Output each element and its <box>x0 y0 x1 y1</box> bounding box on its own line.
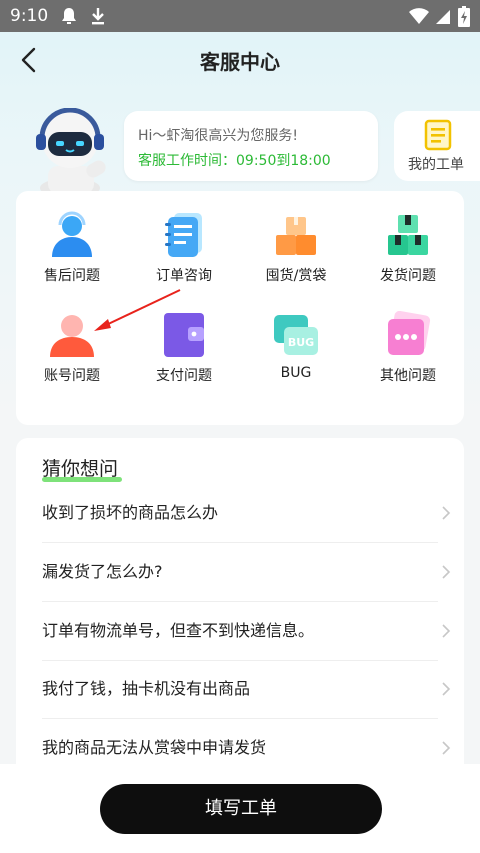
category-bug[interactable]: BUG BUG <box>240 291 352 391</box>
faq-item[interactable]: 收到了损坏的商品怎么办 <box>42 484 451 543</box>
status-time: 9:10 <box>10 6 49 26</box>
bug-card-icon: BUG <box>274 315 318 355</box>
category-label: BUG <box>280 365 312 381</box>
faq-item[interactable]: 我付了钱，抽卡机没有出商品 <box>42 660 451 719</box>
user-icon <box>50 315 94 357</box>
faq-text: 订单有物流单号，但查不到快递信息。 <box>42 621 315 640</box>
my-tickets-label: 我的工单 <box>408 157 464 173</box>
wifi-icon <box>409 8 429 24</box>
svg-text:BUG: BUG <box>288 336 314 349</box>
notification-bell-icon <box>62 8 76 24</box>
greeting-bubble: Hi～虾淘很高兴为您服务! 客服工作时间：09:50到18:00 <box>124 111 378 181</box>
ticket-clipboard-icon <box>424 119 452 151</box>
battery-icon <box>458 6 470 27</box>
faq-text: 漏发货了怎么办? <box>42 562 163 581</box>
service-hours-text: 客服工作时间：09:50到18:00 <box>138 153 331 169</box>
my-tickets-button[interactable]: 我的工单 <box>394 111 480 181</box>
status-bar: 9:10 <box>0 0 480 32</box>
faq-text: 我付了钱，抽卡机没有出商品 <box>42 679 251 698</box>
faq-item[interactable]: 漏发货了怎么办? <box>42 543 451 602</box>
category-panel: 售后问题 订单咨询 囤货/赏袋 发货问题 账号问题 支付问题 BUG BUG 其… <box>16 191 464 425</box>
signal-icon <box>436 10 450 24</box>
category-label: 支付问题 <box>156 368 212 384</box>
download-icon <box>92 8 104 25</box>
chevron-right-icon <box>442 506 451 520</box>
chevron-right-icon <box>442 682 451 696</box>
greeting-text: Hi～虾淘很高兴为您服务! <box>138 128 299 144</box>
category-after-sales[interactable]: 售后问题 <box>16 191 128 291</box>
faq-text: 我的商品无法从赏袋中申请发货 <box>42 738 267 757</box>
category-stock-bag[interactable]: 囤货/赏袋 <box>240 191 352 291</box>
faq-title: 猜你想问 <box>42 458 119 480</box>
category-shipping[interactable]: 发货问题 <box>352 191 464 291</box>
headset-person-icon <box>52 211 92 257</box>
gift-boxes-icon <box>388 215 428 255</box>
faq-text: 收到了损坏的商品怎么办 <box>42 503 219 522</box>
faq-item[interactable]: 我的商品无法从赏袋中申请发货 <box>42 719 451 768</box>
submit-ticket-button[interactable]: 填写工单 <box>100 784 382 834</box>
category-label: 发货问题 <box>380 268 436 284</box>
chevron-right-icon <box>442 741 451 755</box>
header: 客服中心 <box>0 32 480 88</box>
category-payment[interactable]: 支付问题 <box>128 291 240 391</box>
page-title: 客服中心 <box>200 50 280 74</box>
category-other[interactable]: 其他问题 <box>352 291 464 391</box>
category-order-inquiry[interactable]: 订单咨询 <box>128 191 240 291</box>
wallet-icon <box>164 313 204 357</box>
robot-mascot-icon <box>36 108 106 196</box>
chevron-right-icon <box>442 565 451 579</box>
category-label: 囤货/赏袋 <box>265 268 327 284</box>
chevron-right-icon <box>442 624 451 638</box>
faq-panel: 猜你想问 收到了损坏的商品怎么办 漏发货了怎么办? 订单有物流单号，但查不到快递… <box>16 438 464 768</box>
category-account[interactable]: 账号问题 <box>16 291 128 391</box>
notebook-icon <box>165 213 202 257</box>
bottom-bar: 填写工单 <box>0 764 480 853</box>
category-label: 其他问题 <box>380 368 436 384</box>
category-label: 账号问题 <box>44 368 100 384</box>
category-label: 订单咨询 <box>156 268 212 284</box>
boxes-icon <box>276 217 316 255</box>
faq-item[interactable]: 订单有物流单号，但查不到快递信息。 <box>42 602 451 661</box>
chat-dots-icon <box>388 311 431 355</box>
category-label: 售后问题 <box>44 268 100 284</box>
